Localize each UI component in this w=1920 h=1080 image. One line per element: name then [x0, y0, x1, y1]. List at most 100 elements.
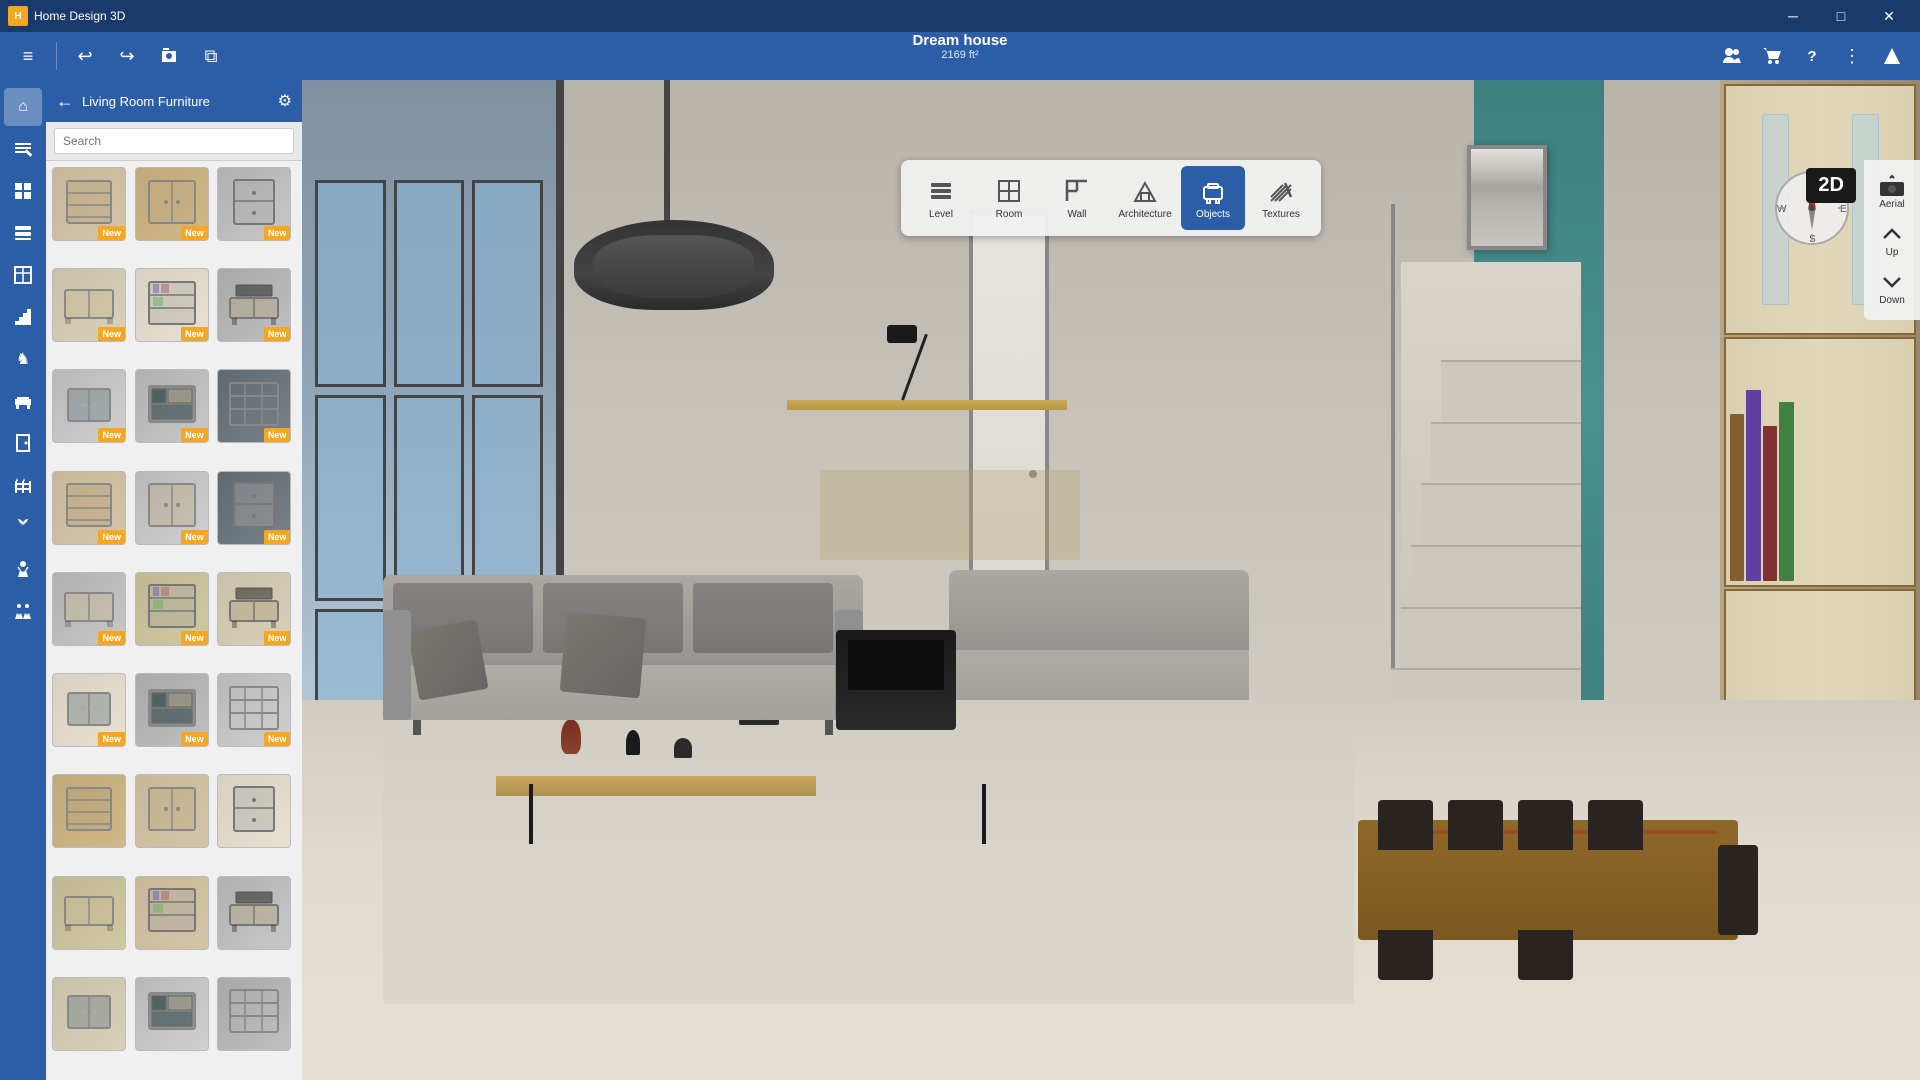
furniture-item[interactable]: New	[135, 471, 209, 545]
furniture-item[interactable]: New	[135, 673, 209, 747]
sofa-section-2	[949, 570, 1249, 700]
camera-button[interactable]	[151, 38, 187, 74]
dining-chair-back-2	[1448, 800, 1503, 850]
sidebar-layers-icon[interactable]	[4, 214, 42, 252]
furniture-item[interactable]: New	[217, 369, 291, 443]
minimize-button[interactable]: ─	[1770, 0, 1816, 32]
new-badge: New	[98, 327, 125, 341]
new-badge: New	[98, 530, 125, 544]
level-label: Level	[929, 209, 953, 220]
furniture-item[interactable]: New	[135, 572, 209, 646]
sidebar-furniture-icon[interactable]	[4, 382, 42, 420]
architecture-button[interactable]: Architecture	[1113, 166, 1177, 230]
undo-button[interactable]: ↩	[67, 38, 103, 74]
textures-button[interactable]: Textures	[1249, 166, 1313, 230]
furniture-grid: New New New New New New	[46, 161, 302, 1080]
search-bar	[46, 122, 302, 161]
furniture-item[interactable]: New	[217, 167, 291, 241]
furniture-item[interactable]: New	[52, 369, 126, 443]
book	[1763, 426, 1777, 581]
sidebar: ⌂	[0, 80, 46, 1080]
furniture-item[interactable]: New	[135, 369, 209, 443]
furniture-item[interactable]	[135, 774, 209, 848]
dining-chair-back-3	[1518, 800, 1573, 850]
sidebar-edit-icon[interactable]	[4, 130, 42, 168]
furniture-item[interactable]	[52, 977, 126, 1051]
menu-button[interactable]: ≡	[10, 38, 46, 74]
furniture-item[interactable]: New	[52, 268, 126, 342]
users-button[interactable]	[1714, 38, 1750, 74]
more-button[interactable]: ⋮	[1834, 38, 1870, 74]
furniture-item[interactable]	[217, 774, 291, 848]
copy-button[interactable]: ⧉	[193, 38, 229, 74]
project-size: 2169 ft²	[912, 49, 1007, 61]
pendant-shade	[574, 220, 774, 310]
sidebar-grid-icon[interactable]	[4, 172, 42, 210]
sidebar-fence-icon[interactable]	[4, 466, 42, 504]
furniture-item[interactable]	[135, 876, 209, 950]
svg-text:W: W	[1777, 204, 1787, 215]
furniture-item[interactable]: New	[52, 167, 126, 241]
sidebar-home-icon[interactable]: ⌂	[4, 88, 42, 126]
settings-button[interactable]: ⚙	[278, 91, 292, 111]
window-controls: ─ □ ✕	[1770, 0, 1912, 32]
book	[1746, 390, 1760, 581]
furniture-item[interactable]	[135, 977, 209, 1051]
sidebar-group-icon[interactable]	[4, 592, 42, 630]
viewport-3d[interactable]: Level Room Wall	[302, 80, 1920, 1080]
stair-steps	[1391, 233, 1581, 730]
badge-2d[interactable]: 2D	[1806, 168, 1856, 203]
objects-button[interactable]: Objects	[1181, 166, 1245, 230]
wall-button[interactable]: Wall	[1045, 166, 1109, 230]
app-icon: H	[8, 6, 28, 26]
room-button[interactable]: Room	[977, 166, 1041, 230]
sidebar-stairs-icon[interactable]	[4, 298, 42, 336]
furniture-item[interactable]	[217, 977, 291, 1051]
new-badge: New	[264, 428, 291, 442]
stair-step	[1441, 360, 1581, 420]
center-toolbar: Level Room Wall	[901, 160, 1321, 236]
up-button[interactable]: Up	[1868, 218, 1916, 264]
furniture-item[interactable]: New	[217, 673, 291, 747]
furniture-item[interactable]: New	[52, 471, 126, 545]
furniture-item[interactable]: New	[217, 572, 291, 646]
search-input[interactable]	[54, 128, 294, 154]
sofa-leg	[413, 720, 421, 735]
sidebar-plant-icon[interactable]	[4, 508, 42, 546]
furniture-item[interactable]: New	[217, 268, 291, 342]
level-button[interactable]: Level	[909, 166, 973, 230]
down-button[interactable]: Down	[1868, 266, 1916, 312]
close-button[interactable]: ✕	[1866, 0, 1912, 32]
sidebar-door-icon[interactable]	[4, 424, 42, 462]
furniture-item[interactable]: New	[217, 471, 291, 545]
new-badge: New	[264, 732, 291, 746]
fireplace-opening	[848, 640, 944, 690]
furniture-item[interactable]: New	[52, 673, 126, 747]
dining-chair-side	[1718, 845, 1758, 935]
sidebar-horse-icon[interactable]: ♞	[4, 340, 42, 378]
furniture-item[interactable]	[52, 774, 126, 848]
furniture-item[interactable]	[217, 876, 291, 950]
cart-button[interactable]	[1754, 38, 1790, 74]
console-table-body	[820, 470, 1080, 560]
redo-button[interactable]: ↪	[109, 38, 145, 74]
sofa	[383, 575, 863, 720]
new-badge: New	[181, 327, 208, 341]
maximize-button[interactable]: □	[1818, 0, 1864, 32]
sidebar-person-icon[interactable]	[4, 550, 42, 588]
sidebar-wall-icon[interactable]	[4, 256, 42, 294]
new-badge: New	[98, 428, 125, 442]
aerial-button[interactable]: Aerial	[1868, 168, 1916, 216]
furniture-item[interactable]: New	[135, 167, 209, 241]
lamp-head	[887, 325, 917, 343]
new-badge: New	[264, 327, 291, 341]
furniture-item[interactable]: New	[135, 268, 209, 342]
help-button[interactable]: ?	[1794, 38, 1830, 74]
scatter-cushion	[407, 619, 488, 700]
back-button[interactable]: ←	[56, 91, 74, 112]
furniture-item[interactable]	[52, 876, 126, 950]
candle	[626, 730, 640, 755]
window-pane	[315, 395, 386, 602]
furniture-item[interactable]: New	[52, 572, 126, 646]
profile-button[interactable]	[1874, 38, 1910, 74]
